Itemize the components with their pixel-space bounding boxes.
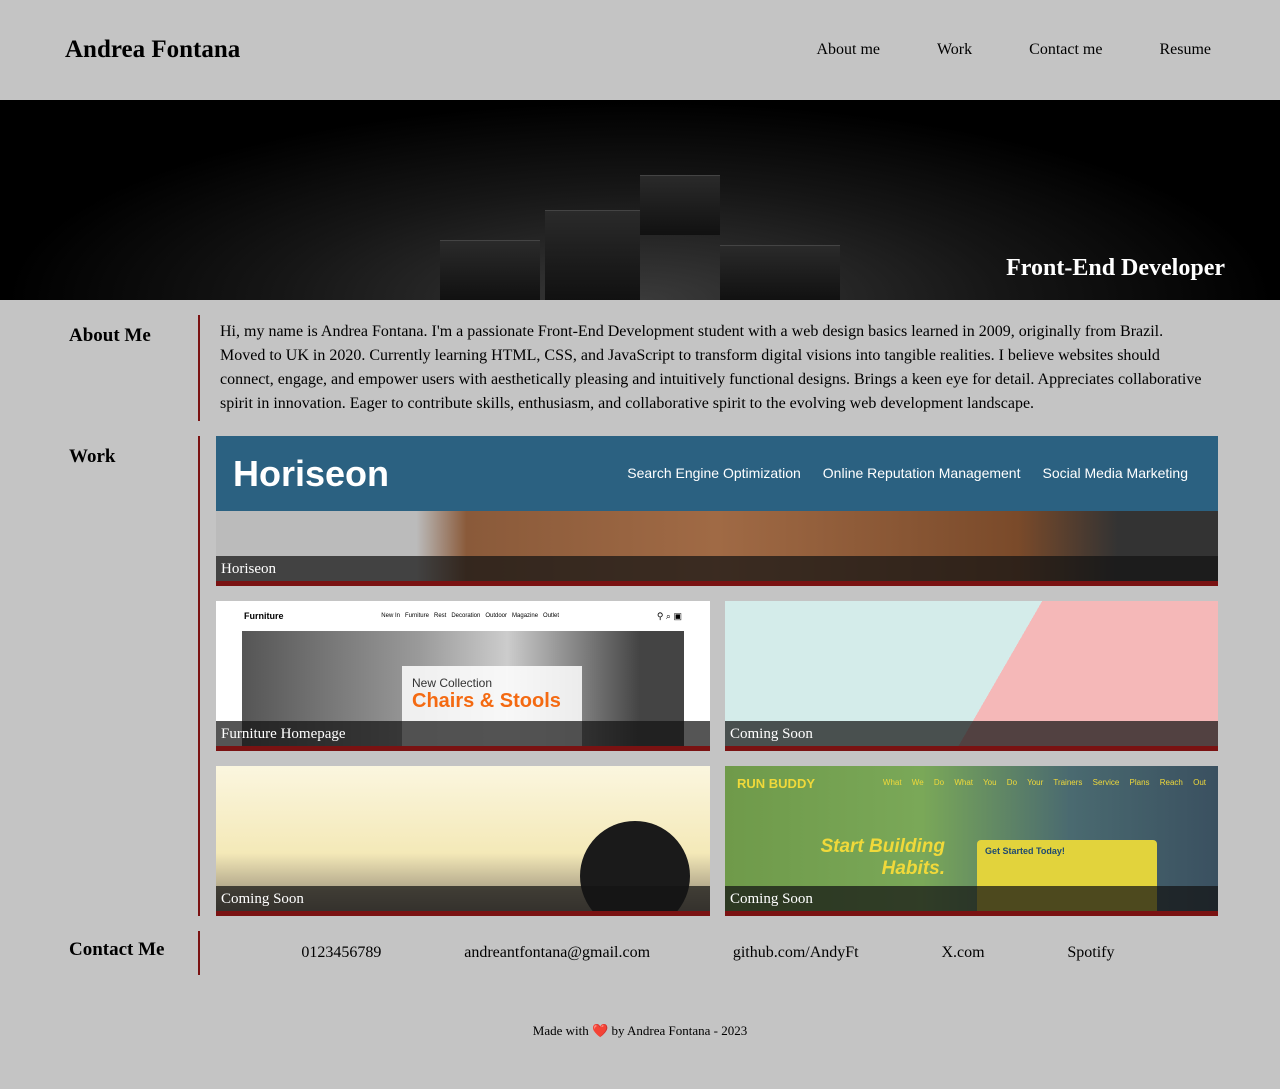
nav-work[interactable]: Work — [937, 41, 972, 59]
project-caption: Horiseon — [216, 556, 1218, 581]
contact-github[interactable]: github.com/AndyFt — [733, 944, 859, 962]
furniture-kicker: New Collection — [412, 676, 493, 690]
nav-contact[interactable]: Contact me — [1029, 41, 1102, 59]
project-card-horiseon[interactable]: Horiseon Search Engine Optimization Onlin… — [216, 436, 1218, 586]
horiseon-nav-item: Online Reputation Management — [822, 464, 1021, 481]
project-card-run-buddy[interactable]: RUN BUDDY What We Do What You Do Your Tr… — [725, 766, 1218, 916]
project-caption: Furniture Homepage — [216, 721, 710, 746]
user-search-cart-icons: ⚲ ⌕ ▣ — [656, 610, 682, 621]
project-card-furniture[interactable]: Furniture New In Furniture Rest Decoratio… — [216, 601, 710, 751]
contact-phone[interactable]: 0123456789 — [301, 944, 381, 962]
run-buddy-logo: RUN BUDDY — [737, 776, 815, 791]
site-logo[interactable]: Andrea Fontana — [65, 36, 240, 64]
footer-text: by Andrea Fontana - 2023 — [608, 1023, 748, 1038]
furniture-logo: Furniture — [244, 611, 284, 621]
contact-spotify[interactable]: Spotify — [1067, 944, 1114, 962]
run-buddy-nav: What We Do What You Do Your Trainers Ser… — [882, 778, 1206, 787]
footer: Made with ❤️ by Andrea Fontana - 2023 — [0, 1023, 1280, 1039]
horiseon-preview-header: Horiseon Search Engine Optimization Onlin… — [216, 436, 1218, 511]
contact-section: Contact Me 0123456789 andreantfontana@gm… — [69, 931, 1280, 975]
nav-resume[interactable]: Resume — [1159, 41, 1211, 59]
hero-cube — [640, 175, 720, 235]
project-caption: Coming Soon — [216, 886, 710, 911]
hero-cube — [440, 240, 540, 300]
run-buddy-headline: Start Building Habits. — [820, 836, 945, 879]
project-caption: Coming Soon — [725, 721, 1218, 746]
horiseon-nav-item: Search Engine Optimization — [627, 464, 801, 481]
nav-about[interactable]: About me — [816, 41, 880, 59]
furniture-nav: New In Furniture Rest Decoration Outdoor… — [381, 613, 560, 619]
hero-cube — [545, 210, 640, 300]
work-section: Work Horiseon Search Engine Optimization… — [69, 436, 1280, 916]
main-nav: About me Work Contact me Resume — [759, 41, 1211, 59]
hero-cube — [720, 245, 840, 300]
heart-icon: ❤️ — [592, 1023, 609, 1038]
about-heading: About Me — [69, 325, 151, 346]
about-text: Hi, my name is Andrea Fontana. I'm a pas… — [220, 323, 1202, 412]
hero-banner: Front-End Developer — [0, 100, 1280, 300]
about-section: About Me Hi, my name is Andrea Fontana. … — [69, 315, 1280, 421]
contact-heading: Contact Me — [69, 939, 165, 960]
site-header: Andrea Fontana About me Work Contact me … — [0, 0, 1280, 100]
work-heading: Work — [69, 446, 116, 467]
footer-text: Made with — [532, 1023, 592, 1038]
project-card-coming-soon[interactable]: Coming Soon — [216, 766, 710, 916]
hero-title: Front-End Developer — [1006, 255, 1225, 281]
project-caption: Coming Soon — [725, 886, 1218, 911]
project-card-coming-soon[interactable]: Coming Soon — [725, 601, 1218, 751]
contact-x[interactable]: X.com — [941, 944, 984, 962]
horiseon-logo: Horiseon — [233, 452, 390, 494]
horiseon-nav-item: Social Media Marketing — [1042, 464, 1188, 481]
contact-email[interactable]: andreantfontana@gmail.com — [464, 944, 650, 962]
furniture-headline: Chairs & Stools — [412, 690, 561, 712]
